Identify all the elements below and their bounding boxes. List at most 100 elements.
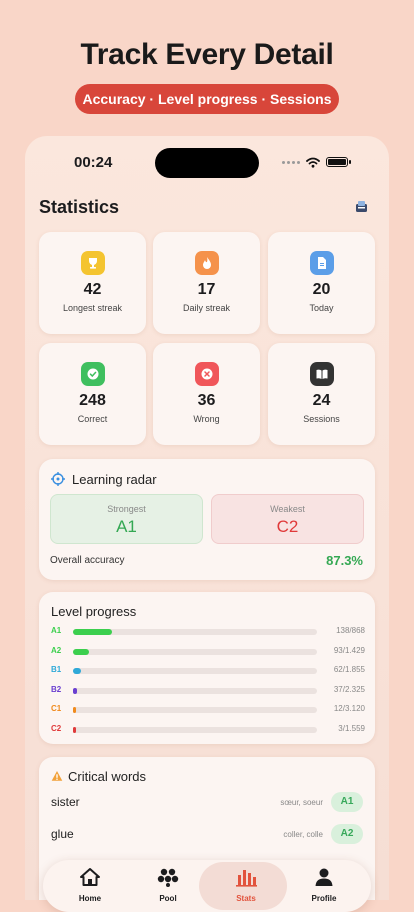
signal-icon xyxy=(282,160,300,164)
overall-accuracy-label: Overall accuracy xyxy=(50,555,125,566)
stat-value: 24 xyxy=(312,392,331,409)
flame-icon xyxy=(194,251,219,275)
x-icon xyxy=(194,362,219,386)
strongest-value: A1 xyxy=(116,517,137,536)
tab-home[interactable]: Home xyxy=(49,860,131,912)
stat-value: 20 xyxy=(312,281,331,298)
level-progress-row: C1 12/3.120 xyxy=(51,704,365,716)
tab-profile[interactable]: Profile xyxy=(283,860,365,912)
tab-label: Stats xyxy=(236,894,256,903)
level-count: 62/1.855 xyxy=(333,665,365,674)
level-code: B1 xyxy=(51,665,62,674)
stat-card-longest-streak: 42 Longest streak xyxy=(39,232,146,334)
progress-track xyxy=(73,668,317,674)
level-count: 3/1.559 xyxy=(338,723,365,733)
level-progress-row: B2 37/2.325 xyxy=(51,685,365,697)
phone-screen: 00:24 Statistics 42 Longest streak 17 Da… xyxy=(25,136,389,900)
stat-label: Today xyxy=(309,303,334,313)
stat-value: 248 xyxy=(79,392,106,409)
battery-icon xyxy=(326,157,351,167)
progress-track xyxy=(73,629,317,635)
strongest-box: Strongest A1 xyxy=(50,494,203,544)
trophy-icon xyxy=(80,251,105,275)
progress-fill xyxy=(73,707,76,713)
target-icon xyxy=(51,472,65,486)
stat-card-daily-streak: 17 Daily streak xyxy=(153,232,260,334)
progress-fill xyxy=(73,668,82,674)
progress-fill xyxy=(73,648,89,655)
stat-card-correct: 248 Correct xyxy=(39,343,146,445)
strongest-label: Strongest xyxy=(107,504,146,514)
level-progress-row: A2 93/1.429 xyxy=(51,646,365,658)
tab-label: Profile xyxy=(311,894,337,903)
level-progress-title: Level progress xyxy=(51,604,137,619)
level-progress-card: Level progress A1 138/868 A2 93/1.429 B1 62/1… xyxy=(39,592,375,744)
stat-label: Wrong xyxy=(193,414,220,424)
checkmark-icon xyxy=(80,362,105,386)
critical-word-translation: sœur, soeur xyxy=(280,798,323,807)
house-icon xyxy=(80,868,100,886)
progress-fill xyxy=(73,629,112,635)
stat-value: 42 xyxy=(83,281,102,298)
level-badge: A2 xyxy=(331,824,363,844)
tab-label: Pool xyxy=(159,894,177,903)
level-code: C1 xyxy=(51,704,62,713)
level-code: A1 xyxy=(51,626,62,635)
book-icon xyxy=(309,362,334,386)
tab-label: Home xyxy=(78,894,102,903)
level-count: 93/1.429 xyxy=(333,645,365,655)
subtitle-pill: Accuracy · Level progress · Sessions xyxy=(75,84,339,114)
level-progress-row: B1 62/1.855 xyxy=(51,665,365,677)
warning-icon xyxy=(51,771,63,781)
critical-word: sister xyxy=(51,795,80,809)
weakest-value: C2 xyxy=(276,517,299,536)
critical-word-row[interactable]: glue coller, colle A2 xyxy=(51,824,363,846)
critical-word-translation: coller, colle xyxy=(283,830,323,839)
stat-label: Longest streak xyxy=(62,303,123,313)
progress-fill xyxy=(73,726,76,733)
page-title: Statistics xyxy=(39,197,120,217)
share-icon[interactable] xyxy=(354,199,369,214)
weakest-label: Weakest xyxy=(270,504,305,514)
level-code: B2 xyxy=(51,684,62,694)
progress-fill xyxy=(73,687,77,694)
document-icon xyxy=(309,251,334,275)
dynamic-island xyxy=(155,148,259,178)
headline: Track Every Detail xyxy=(80,38,334,71)
stat-value: 17 xyxy=(197,281,216,298)
stat-card-today: 20 Today xyxy=(268,232,375,334)
learning-radar-card: Learning radar Strongest A1 Weakest C2 O… xyxy=(39,459,375,580)
progress-track xyxy=(73,648,317,655)
overall-accuracy-value: 87.3% xyxy=(326,553,363,568)
progress-track xyxy=(73,726,317,733)
level-count: 37/2.325 xyxy=(333,684,365,694)
critical-word-row[interactable]: sister sœur, soeur A1 xyxy=(51,792,363,814)
level-count: 138/868 xyxy=(336,626,365,635)
progress-track xyxy=(73,687,317,694)
level-badge: A1 xyxy=(331,792,363,812)
status-icons xyxy=(282,155,351,169)
stat-card-sessions: 24 Sessions xyxy=(268,343,375,445)
weakest-box: Weakest C2 xyxy=(211,494,364,544)
level-progress-row: C2 3/1.559 xyxy=(51,724,365,736)
bar-chart-icon xyxy=(236,870,257,887)
pool-icon xyxy=(157,868,179,887)
stat-label: Correct xyxy=(77,414,108,424)
stat-label: Daily streak xyxy=(182,303,230,313)
learning-radar-title: Learning radar xyxy=(72,472,157,487)
tab-bar: Home Pool Stats Profile xyxy=(43,860,371,912)
stat-label: Sessions xyxy=(303,414,340,424)
tab-pool[interactable]: Pool xyxy=(127,860,209,912)
critical-words-title: Critical words xyxy=(68,769,147,784)
level-progress-row: A1 138/868 xyxy=(51,626,365,638)
tab-stats[interactable]: Stats xyxy=(199,860,287,912)
progress-track xyxy=(73,707,317,713)
stat-card-wrong: 36 Wrong xyxy=(153,343,260,445)
person-icon xyxy=(315,868,333,886)
status-time: 00:24 xyxy=(74,154,113,171)
level-code: A2 xyxy=(51,645,62,655)
level-code: C2 xyxy=(51,723,62,733)
stat-value: 36 xyxy=(197,392,216,409)
wifi-icon xyxy=(306,157,320,168)
critical-word: glue xyxy=(51,827,74,841)
